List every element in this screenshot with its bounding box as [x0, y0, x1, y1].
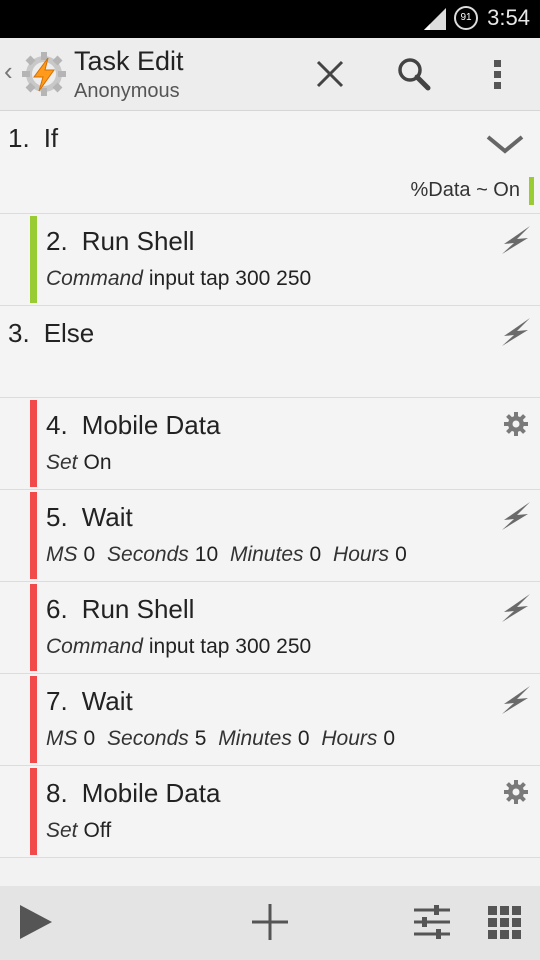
action-heading: 8. Mobile Data [46, 778, 220, 809]
param-key: Command [46, 267, 143, 290]
sliders-icon[interactable] [412, 902, 452, 942]
action-heading: 4. Mobile Data [46, 410, 220, 441]
signal-icon [424, 8, 446, 30]
action-params: MS 0 Seconds 10 Minutes 0 Hours 0 [46, 543, 413, 567]
action-row-else[interactable]: 3. Else [0, 306, 540, 398]
battery-indicator: 91 [454, 6, 478, 30]
action-title: Mobile Data [81, 778, 221, 808]
action-params: Command input tap 300 250 [46, 635, 317, 659]
plus-icon[interactable] [250, 902, 290, 942]
action-row-mobile-data[interactable]: 4. Mobile Data Set On [0, 398, 540, 490]
action-params: MS 0 Seconds 5 Minutes 0 Hours 0 [46, 727, 401, 751]
play-icon[interactable] [16, 902, 56, 942]
action-title: Run Shell [81, 226, 195, 256]
action-heading: 1. If [8, 123, 58, 154]
branch-bar [30, 492, 37, 579]
action-title: Else [43, 318, 95, 348]
chevron-down-icon[interactable] [484, 129, 526, 159]
status-bar: 91 3:54 [0, 0, 540, 38]
action-params: Set On [46, 451, 118, 475]
action-heading: 2. Run Shell [46, 226, 194, 257]
action-number: 8. [46, 778, 68, 808]
action-bar: ‹ Task Edit Anonymous [0, 38, 540, 111]
gear-icon [504, 412, 528, 436]
param-value: Off [83, 819, 112, 842]
lightning-icon [502, 318, 530, 346]
branch-bar [30, 400, 37, 487]
param-key: MS [46, 727, 78, 750]
param-value: 0 [383, 727, 396, 750]
page-title: Task Edit [74, 46, 184, 76]
back-chevron-icon[interactable]: ‹ [4, 56, 13, 87]
param-value: 5 [194, 727, 207, 750]
action-number: 7. [46, 686, 68, 716]
param-key: Command [46, 635, 143, 658]
action-number: 4. [46, 410, 68, 440]
branch-bar [30, 584, 37, 671]
action-title: Wait [81, 502, 133, 532]
param-value: input tap 300 250 [148, 267, 312, 290]
condition-marker [529, 177, 534, 205]
action-heading: 5. Wait [46, 502, 133, 533]
param-key: Seconds [107, 727, 189, 750]
param-value: 0 [297, 727, 310, 750]
search-icon[interactable] [394, 54, 434, 94]
overflow-menu-icon[interactable] [478, 54, 518, 94]
action-row-run-shell[interactable]: 2. Run Shell Command input tap 300 250 [0, 214, 540, 306]
action-row-wait[interactable]: 5. Wait MS 0 Seconds 10 Minutes 0 Hours 0 [0, 490, 540, 582]
param-value: 10 [194, 543, 219, 566]
param-key: Set [46, 451, 78, 474]
action-title: Run Shell [81, 594, 195, 624]
param-key: Hours [333, 543, 390, 566]
gear-icon [504, 780, 528, 804]
param-value: 0 [83, 543, 96, 566]
param-value: input tap 300 250 [148, 635, 312, 658]
action-number: 3. [8, 318, 30, 348]
param-key: Set [46, 819, 78, 842]
param-value: On [83, 451, 112, 474]
param-key: Minutes [229, 543, 304, 566]
bottom-toolbar [0, 886, 540, 960]
param-value: 0 [83, 727, 96, 750]
branch-bar [30, 216, 37, 303]
action-number: 1. [8, 123, 30, 153]
param-value: 0 [395, 543, 407, 566]
branch-bar [30, 768, 37, 855]
close-icon[interactable] [310, 54, 350, 94]
branch-bar [30, 676, 37, 763]
action-number: 5. [46, 502, 68, 532]
action-title: If [43, 123, 59, 153]
action-title: Wait [81, 686, 133, 716]
battery-level: 91 [460, 12, 472, 23]
action-heading: 6. Run Shell [46, 594, 194, 625]
grid-icon[interactable] [484, 902, 524, 942]
action-number: 2. [46, 226, 68, 256]
action-params: Set Off [46, 819, 117, 843]
action-number: 6. [46, 594, 68, 624]
tasker-app-icon[interactable] [20, 50, 68, 98]
lightning-icon [502, 594, 530, 622]
param-key: MS [46, 543, 78, 566]
param-key: Hours [321, 727, 378, 750]
action-params: Command input tap 300 250 [46, 267, 317, 291]
param-value: 0 [309, 543, 322, 566]
action-row-mobile-data[interactable]: 8. Mobile Data Set Off [0, 766, 540, 858]
clock: 3:54 [487, 5, 530, 30]
action-row-run-shell[interactable]: 6. Run Shell Command input tap 300 250 [0, 582, 540, 674]
lightning-icon [502, 502, 530, 530]
condition-label: %Data ~ On [410, 179, 520, 201]
action-heading: 7. Wait [46, 686, 133, 717]
page-subtitle: Anonymous [74, 80, 180, 102]
lightning-icon [502, 686, 530, 714]
action-title: Mobile Data [81, 410, 221, 440]
param-key: Seconds [107, 543, 189, 566]
action-heading: 3. Else [8, 318, 94, 349]
action-list: 1. If %Data ~ On 2. Run Shell Command input… [0, 111, 540, 858]
lightning-icon [502, 226, 530, 254]
param-key: Minutes [218, 727, 292, 750]
action-row-wait[interactable]: 7. Wait MS 0 Seconds 5 Minutes 0 Hours 0 [0, 674, 540, 766]
action-row-if[interactable]: 1. If %Data ~ On [0, 111, 540, 214]
